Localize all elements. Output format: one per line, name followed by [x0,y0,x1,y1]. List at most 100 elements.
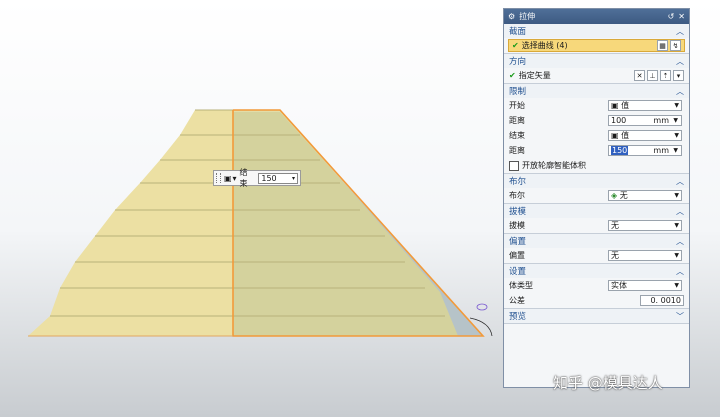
offset-value: 无 [611,251,619,260]
boolean-section: 布尔 ︿ 布尔 ◈ 无 ▼ [504,174,689,204]
chevron-up-icon: ︿ [676,206,684,216]
offset-dropdown[interactable]: 无 ▼ [608,250,682,261]
specify-vector-row[interactable]: ✔ 指定矢量 ✕ ⊥ ⇡ ▾ [504,68,689,83]
end-type-dropdown[interactable]: ▣ 值 ▼ [608,130,682,141]
draft-label: 拔模 [509,221,525,230]
end-row: 结束 ▣ 值 ▼ [504,128,689,143]
limits-title: 限制 [509,87,527,97]
chevron-down-icon: ▼ [674,252,679,259]
open-profile-row: 开放轮廓智能体积 [504,158,689,173]
end-distance-value: 150 [611,146,629,155]
select-curve-row[interactable]: ✔ 选择曲线 (4) ▦ ↯ [508,39,685,52]
settings-title: 设置 [509,267,527,277]
start-label: 开始 [509,101,525,110]
end-distance-value: 150 [261,173,277,183]
end-type-dropdown[interactable]: ▣ ▾ [224,174,237,183]
limits-header[interactable]: 限制 ︿ [504,84,689,98]
chevron-down-icon[interactable]: ▾ [673,70,684,81]
body-type-label: 体类型 [509,281,533,290]
end-label: 结束 [509,131,525,140]
boolean-value: 无 [619,191,628,200]
draft-header[interactable]: 拔模 ︿ [504,204,689,218]
offset-row: 偏置 无 ▼ [504,248,689,263]
vector-type-icon[interactable]: ⇡ [660,70,671,81]
boolean-label: 布尔 [509,191,525,200]
tolerance-input[interactable]: 0. 0010 [640,295,684,306]
tolerance-label: 公差 [509,296,525,305]
settings-header[interactable]: 设置 ︿ [504,264,689,278]
chevron-up-icon: ︿ [676,26,684,36]
body-type-dropdown[interactable]: 实体 ▼ [608,280,682,291]
offset-label: 偏置 [509,251,525,260]
boolean-dropdown[interactable]: ◈ 无 ▼ [608,190,682,201]
start-type-value: 值 [621,101,630,110]
close-icon[interactable]: ✕ [678,12,685,21]
chevron-down-icon: ▼ [674,192,679,199]
dialog-titlebar[interactable]: ⚙ 拉伸 ↺ ✕ [504,9,689,24]
end-distance-label: 距离 [509,146,525,155]
chevron-down-icon: ▾ [291,174,295,182]
extrude-dialog: ⚙ 拉伸 ↺ ✕ 截面 ︿ ✔ 选择曲线 (4) ▦ ↯ 方向 ︿ ✔ 指定矢量… [503,8,690,388]
draft-dropdown[interactable]: 无 ▼ [608,220,682,231]
chevron-down-icon: ﹀ [676,311,684,321]
boolean-title: 布尔 [509,177,527,187]
draft-value: 无 [611,221,619,230]
chevron-down-icon: ▼ [674,102,679,109]
draft-section: 拔模 ︿ 拔模 无 ▼ [504,204,689,234]
preview-section: 预览 ﹀ [504,309,689,324]
grip-handle[interactable] [216,173,221,183]
draft-row: 拔模 无 ▼ [504,218,689,233]
offset-title: 偏置 [509,237,527,247]
offset-section: 偏置 ︿ 偏置 无 ▼ [504,234,689,264]
end-distance-row: 距离 150 mm ▼ [504,143,689,158]
gear-icon[interactable]: ⚙ [508,12,515,21]
cube-icon: ▣ [611,131,622,140]
select-curve-label: 选择曲线 (4) [521,41,568,50]
check-icon: ✔ [512,41,519,50]
boolean-header[interactable]: 布尔 ︿ [504,174,689,188]
tolerance-row: 公差 0. 0010 [504,293,689,308]
watermark: 知乎 @模具达人 [553,374,663,392]
chevron-up-icon: ︿ [676,266,684,276]
chevron-down-icon: ▼ [674,222,679,229]
start-row: 开始 ▣ 值 ▼ [504,98,689,113]
curve-icon[interactable]: ↯ [670,40,681,51]
cube-icon: ▣ [223,173,232,183]
end-distance-input[interactable]: 150 ▾ [258,172,298,184]
section-title: 截面 [509,27,527,37]
boolean-row: 布尔 ◈ 无 ▼ [504,188,689,203]
sketch-icon[interactable]: ▦ [657,40,668,51]
section-section: 截面 ︿ ✔ 选择曲线 (4) ▦ ↯ [504,24,689,54]
chevron-up-icon: ︿ [676,236,684,246]
chevron-up-icon: ︿ [676,86,684,96]
direction-title: 方向 [509,57,527,67]
start-distance-label: 距离 [509,116,525,125]
settings-section: 设置 ︿ 体类型 实体 ▼ 公差 0. 0010 [504,264,689,309]
end-distance-input[interactable]: 150 mm ▼ [608,145,682,156]
body-type-row: 体类型 实体 ▼ [504,278,689,293]
section-header[interactable]: 截面 ︿ [504,24,689,38]
chevron-down-icon: ▼ [674,282,679,289]
start-distance-unit: mm [653,116,669,125]
preview-header[interactable]: 预览 ﹀ [504,309,689,323]
vector-dialog-icon[interactable]: ⊥ [647,70,658,81]
reset-icon[interactable]: ↺ [668,12,675,21]
offset-header[interactable]: 偏置 ︿ [504,234,689,248]
open-profile-label: 开放轮廓智能体积 [522,161,586,170]
dialog-title: 拉伸 [519,12,536,21]
start-distance-row: 距离 100 mm ▼ [504,113,689,128]
start-distance-input[interactable]: 100 mm ▼ [608,115,682,126]
open-profile-checkbox[interactable] [509,160,519,171]
chevron-up-icon: ︿ [676,56,684,66]
vector-handle[interactable] [476,303,488,311]
direction-header[interactable]: 方向 ︿ [504,54,689,68]
draft-title: 拔模 [509,207,527,217]
reverse-direction-icon[interactable]: ✕ [634,70,645,81]
chevron-down-icon: ▾ [232,173,237,183]
right-face [233,110,458,336]
end-type-value: 值 [621,131,630,140]
start-type-dropdown[interactable]: ▣ 值 ▼ [608,100,682,111]
no-boolean-icon: ◈ [611,191,620,200]
floating-toolbar: ▣ ▾ 结束 150 ▾ [213,168,301,188]
preview-title: 预览 [509,312,527,322]
